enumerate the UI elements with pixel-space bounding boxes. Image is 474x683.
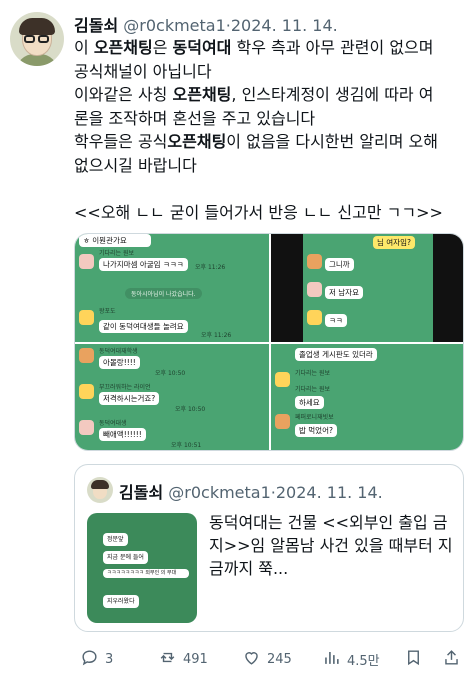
chat-avatar xyxy=(79,254,94,269)
quote-header: 김돌쇠 @r0ckmeta1·2024. 11. 14. xyxy=(119,479,383,503)
retweet-button[interactable]: 491 xyxy=(158,648,208,670)
author-name[interactable]: 김돌쇠 xyxy=(74,16,118,35)
tweet-line-7: <<오해 ㄴㄴ 굳이 들어가서 반응 ㄴㄴ 신고만 ㄱㄱ>> xyxy=(74,202,443,222)
share-button[interactable] xyxy=(442,648,461,670)
chat-bubble: 밥 먹었어? xyxy=(295,424,337,437)
tweet-line-1: 이 오픈채팅은 동덕여대 학우 측과 아무 관련이 없으며 xyxy=(74,38,434,57)
chat-nickname: 동덕여대생 xyxy=(99,420,127,427)
chat-bubble: 지금 문에 들어 xyxy=(103,551,148,564)
chat-bubble: 나가지마셈 아굴임 ㅋㅋㅋ xyxy=(99,258,188,271)
bookmark-icon xyxy=(404,648,423,671)
retweet-count: 491 xyxy=(183,651,208,667)
chat-bubble: 같이 동덕여대생들 놀려요 xyxy=(99,320,188,333)
tweet-text: 이 오픈채팅은 동덕여대 학우 측과 아무 관련이 없으며 공식채널이 아닙니다… xyxy=(74,36,464,224)
like-count: 245 xyxy=(267,651,292,667)
chat-bubble: 아몰랑!!!! xyxy=(99,356,140,369)
quote-author-handle: @r0ckmeta1 xyxy=(168,483,271,502)
chat-avatar xyxy=(79,420,94,435)
media-image-1[interactable]: 기다리는 원보 ㅎ 이뭔관가요 기다리는 원보 나가지마셈 아굴임 ㅋㅋㅋ 오후… xyxy=(75,234,269,342)
avatar-glasses-right xyxy=(38,35,49,43)
chat-bubble: 정문앞 xyxy=(103,533,128,546)
chat-nickname: 페퍼로니재빗보 xyxy=(295,414,334,421)
chat-avatar xyxy=(307,282,322,297)
author-avatar[interactable] xyxy=(10,12,64,66)
chat-avatar xyxy=(275,414,290,429)
tweet-line-4: 론을 조작하며 혼선을 주고 있습니다 xyxy=(74,108,316,128)
chat-avatar xyxy=(307,310,322,325)
media-image-4[interactable]: 졸업생 게시판도 있더라 기다리는 원보 기다리는 원보 하세요 페퍼로니재빗보… xyxy=(271,344,463,450)
chat-time: 오후 10:51 xyxy=(171,442,202,449)
quoted-tweet[interactable]: 김돌쇠 @r0ckmeta1·2024. 11. 14. 정문앞 지금 문에 들… xyxy=(74,464,464,632)
avatar-hair xyxy=(91,480,109,489)
chat-bubble: ㅎ 이뭔관가요 xyxy=(79,234,151,247)
chat-bubble: 그니까 xyxy=(325,258,354,271)
system-message: 동아시아님이 나갔습니다. xyxy=(125,288,202,299)
chat-time: 오후 10:50 xyxy=(155,370,186,377)
tweet-date[interactable]: 2024. 11. 14. xyxy=(231,16,338,35)
chat-time: 오후 11:26 xyxy=(195,264,226,271)
retweet-icon xyxy=(158,648,177,671)
views-count: 4.5만 xyxy=(347,653,380,669)
chat-screenshot: 님 여자임? 그니까 저 남자요 ㅋㅋ xyxy=(303,234,433,342)
chat-nickname: 기다리는 원보 xyxy=(295,370,331,377)
quote-thumbnail[interactable]: 정문앞 지금 문에 들어 ㅋㅋㅋㅋㅋㅋㅋㅋ 외부인 의 무대 지우러왔다 xyxy=(87,513,197,623)
views-icon xyxy=(322,648,341,671)
author-handle[interactable]: @r0ckmeta1 xyxy=(123,16,226,35)
like-icon xyxy=(242,648,261,671)
quote-author-name: 김돌쇠 xyxy=(119,483,164,502)
chat-avatar xyxy=(79,384,94,399)
quote-text: 동덕여대는 건물 <<외부인 출입 금지>>임 알몸남 사건 있을 때부터 지금… xyxy=(209,513,453,578)
chat-avatar xyxy=(79,310,94,325)
chat-bubble: 빼애액!!!!!! xyxy=(99,428,146,441)
bookmark-button[interactable] xyxy=(404,648,423,670)
media-grid: 기다리는 원보 ㅎ 이뭔관가요 기다리는 원보 나가지마셈 아굴임 ㅋㅋㅋ 오후… xyxy=(74,233,464,451)
chat-bubble-mine: 님 여자임? xyxy=(373,236,415,249)
chat-time: 오후 11:26 xyxy=(201,332,232,339)
tweet-line-3: 이와같은 사칭 오픈채팅, 인스타계정이 생김에 따라 여 xyxy=(74,85,434,105)
media-image-2[interactable]: 님 여자임? 그니까 저 남자요 ㅋㅋ xyxy=(271,234,463,342)
chat-bubble: 저격하시는거죠? xyxy=(99,392,160,405)
action-bar: 3 491 245 4.5만 xyxy=(74,648,464,670)
chat-avatar xyxy=(307,254,322,269)
chat-avatar xyxy=(275,372,290,387)
views-button[interactable]: 4.5만 xyxy=(322,648,380,670)
chat-nickname: 왕포도 xyxy=(99,308,116,315)
avatar-hair xyxy=(19,18,55,35)
chat-bubble: 하세요 xyxy=(295,396,324,409)
chat-nickname: 기다리는 원보 xyxy=(295,386,331,393)
quote-date: 2024. 11. 14. xyxy=(275,483,383,502)
avatar-glasses-left xyxy=(24,35,35,43)
chat-bubble: ㅋㅋㅋㅋㅋㅋㅋㅋ 외부인 의 무대 xyxy=(103,569,189,578)
chat-bubble: ㅋㅋ xyxy=(325,314,347,327)
chat-avatar xyxy=(79,348,94,363)
tweet-header: 김돌쇠 @r0ckmeta1·2024. 11. 14. xyxy=(74,12,338,36)
tweet-line-5: 학우들은 공식오픈채팅이 없음을 다시한번 알리며 오해 xyxy=(74,132,439,152)
reply-button[interactable]: 3 xyxy=(80,648,113,670)
chat-bubble: 지우러왔다 xyxy=(103,595,139,608)
chat-bubble: 졸업생 게시판도 있더라 xyxy=(295,348,377,361)
chat-nickname: 동덕여대재학생 xyxy=(99,348,138,355)
chat-bubble: 저 남자요 xyxy=(325,286,363,299)
chat-nickname: 기다리는 원보 xyxy=(99,250,135,257)
tweet-line-6: 없으시길 바랍니다 xyxy=(74,155,197,175)
tweet-line-2: 공식채널이 아닙니다 xyxy=(74,61,212,81)
chat-nickname: 부끄러워하는 라이언 xyxy=(99,384,151,391)
media-image-3[interactable]: 동덕여대재학생 아몰랑!!!! 오후 10:50 부끄러워하는 라이언 저격하시… xyxy=(75,344,269,450)
reply-icon xyxy=(80,648,99,671)
chat-time: 오후 10:50 xyxy=(175,406,206,413)
like-button[interactable]: 245 xyxy=(242,648,292,670)
reply-count: 3 xyxy=(105,651,114,667)
share-icon xyxy=(442,648,461,671)
quote-avatar[interactable] xyxy=(87,477,113,503)
